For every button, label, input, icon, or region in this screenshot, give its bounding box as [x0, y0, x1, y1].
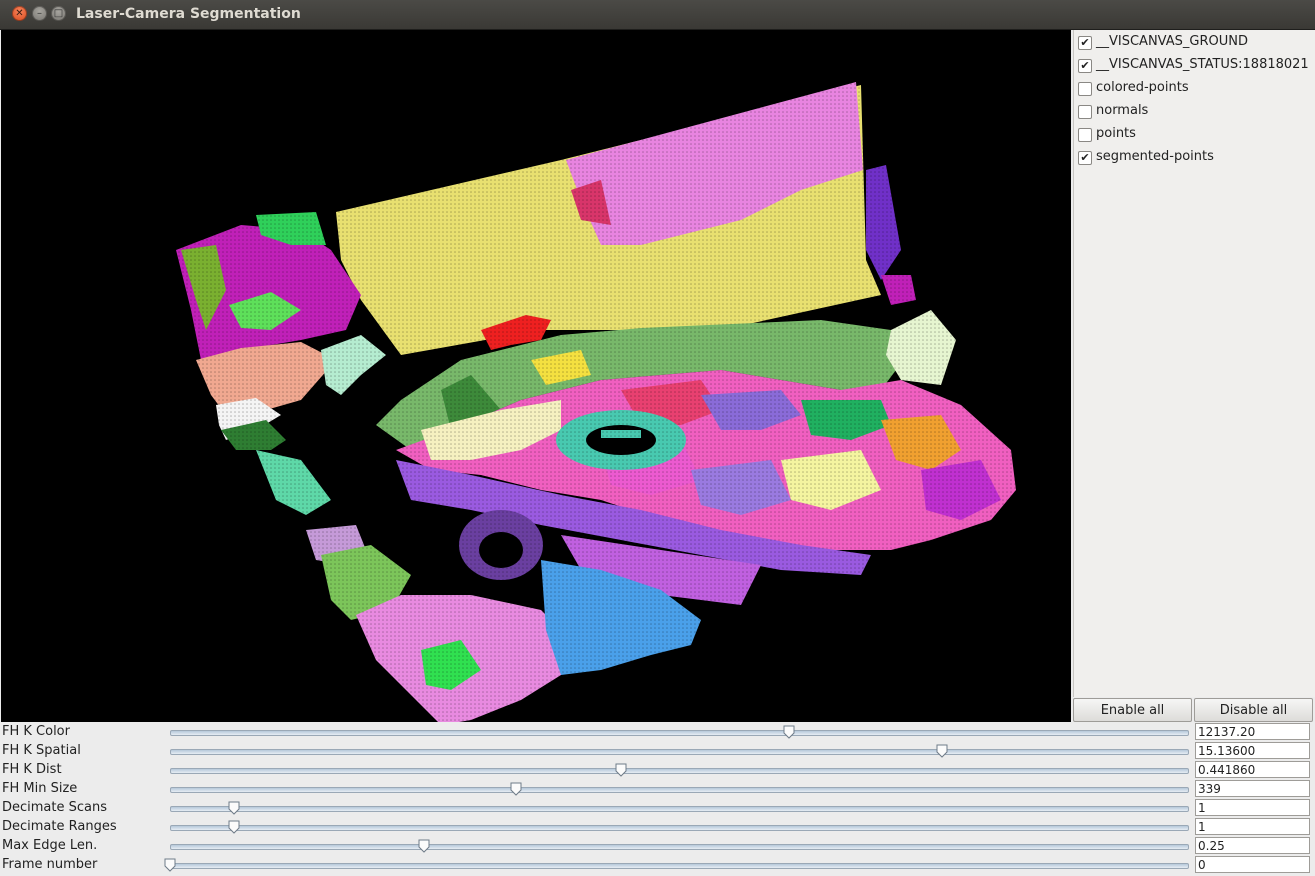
slider-track[interactable] [170, 725, 1189, 739]
layer-normals[interactable]: normals [1078, 102, 1314, 122]
layer-label: segmented-points [1096, 149, 1214, 164]
checkbox-checked-icon[interactable]: ✔ [1078, 59, 1092, 73]
slider-thumb[interactable] [510, 782, 522, 796]
title-bar: ✕ – □ Laser-Camera Segmentation [0, 0, 1315, 30]
slider-value-field[interactable]: 1 [1195, 818, 1310, 835]
layer-label: points [1096, 126, 1136, 141]
checkbox-unchecked-icon[interactable] [1078, 82, 1092, 96]
slider-row-fh-k-spatial: FH K Spatial 15.13600 [0, 742, 1315, 761]
slider-track[interactable] [170, 782, 1189, 796]
slider-track[interactable] [170, 839, 1189, 853]
slider-thumb[interactable] [418, 839, 430, 853]
slider-thumb[interactable] [228, 801, 240, 815]
layer-segmented-points[interactable]: ✔ segmented-points [1078, 148, 1314, 168]
slider-label: FH K Dist [2, 762, 62, 777]
slider-thumb[interactable] [164, 858, 176, 872]
slider-track[interactable] [170, 820, 1189, 834]
slider-value-field[interactable]: 0.25 [1195, 837, 1310, 854]
enable-all-button[interactable]: Enable all [1073, 698, 1192, 722]
slider-label: FH K Spatial [2, 743, 81, 758]
slider-label: Frame number [2, 857, 98, 872]
slider-row-fh-k-dist: FH K Dist 0.441860 [0, 761, 1315, 780]
slider-thumb[interactable] [936, 744, 948, 758]
layer-label: colored-points [1096, 80, 1189, 95]
layer-label: normals [1096, 103, 1149, 118]
slider-thumb[interactable] [228, 820, 240, 834]
checkbox-unchecked-icon[interactable] [1078, 128, 1092, 142]
layer-viscanvas-status[interactable]: ✔ __VISCANVAS_STATUS:18818021 [1078, 56, 1314, 76]
minimize-icon[interactable]: – [32, 6, 47, 21]
slider-value-field[interactable]: 339 [1195, 780, 1310, 797]
layer-points[interactable]: points [1078, 125, 1314, 145]
layer-label: __VISCANVAS_STATUS:18818021 [1096, 57, 1309, 72]
slider-row-decimate-ranges: Decimate Ranges 1 [0, 818, 1315, 837]
slider-label: Decimate Scans [2, 800, 108, 815]
slider-value-field[interactable]: 15.13600 [1195, 742, 1310, 759]
slider-label: Decimate Ranges [2, 819, 117, 834]
checkbox-checked-icon[interactable]: ✔ [1078, 36, 1092, 50]
slider-label: FH Min Size [2, 781, 78, 796]
slider-value-field[interactable]: 0.441860 [1195, 761, 1310, 778]
slider-track[interactable] [170, 744, 1189, 758]
disable-all-button[interactable]: Disable all [1194, 698, 1313, 722]
layer-colored-points[interactable]: colored-points [1078, 79, 1314, 99]
slider-value-field[interactable]: 1 [1195, 799, 1310, 816]
slider-row-fh-k-color: FH K Color 12137.20 [0, 723, 1315, 742]
slider-row-fh-min-size: FH Min Size 339 [0, 780, 1315, 799]
layers-panel: ✔ __VISCANVAS_GROUND ✔ __VISCANVAS_STATU… [1073, 30, 1315, 697]
layer-viscanvas-ground[interactable]: ✔ __VISCANVAS_GROUND [1078, 33, 1314, 53]
slider-label: Max Edge Len. [2, 838, 98, 853]
point-cloud-canvas[interactable] [1, 30, 1071, 722]
close-icon[interactable]: ✕ [12, 6, 27, 21]
window-title: Laser-Camera Segmentation [76, 6, 301, 22]
slider-value-field[interactable]: 0 [1195, 856, 1310, 873]
slider-track[interactable] [170, 801, 1189, 815]
slider-thumb[interactable] [783, 725, 795, 739]
maximize-icon[interactable]: □ [51, 6, 66, 21]
slider-track[interactable] [170, 763, 1189, 777]
segmented-point-cloud [1, 30, 1071, 722]
slider-value-field[interactable]: 12137.20 [1195, 723, 1310, 740]
slider-track[interactable] [164, 858, 1189, 872]
slider-row-frame-number: Frame number 0 [0, 856, 1315, 875]
slider-thumb[interactable] [615, 763, 627, 777]
slider-label: FH K Color [2, 724, 70, 739]
checkbox-unchecked-icon[interactable] [1078, 105, 1092, 119]
slider-row-decimate-scans: Decimate Scans 1 [0, 799, 1315, 818]
checkbox-checked-icon[interactable]: ✔ [1078, 151, 1092, 165]
slider-row-max-edge-len: Max Edge Len. 0.25 [0, 837, 1315, 856]
layer-label: __VISCANVAS_GROUND [1096, 34, 1248, 49]
